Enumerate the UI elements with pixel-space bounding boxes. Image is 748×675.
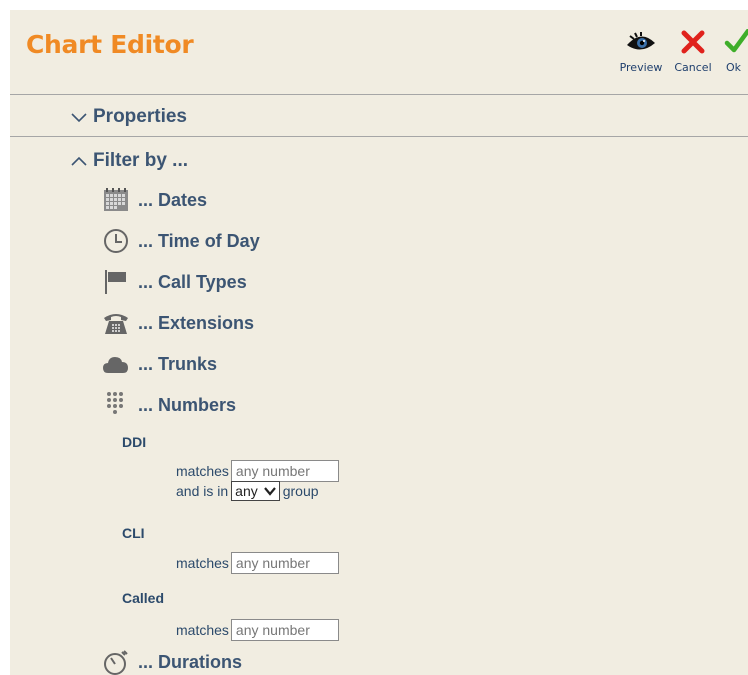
- called-matches-row: matches any number: [176, 619, 339, 641]
- cloud-icon: [102, 349, 134, 379]
- filter-by-section-toggle[interactable]: Filter by ...: [69, 150, 188, 172]
- ddi-group-select-value: any: [235, 483, 258, 499]
- ddi-group-suffix: group: [282, 483, 319, 499]
- ddi-heading: DDI: [122, 434, 147, 450]
- filter-extensions-label: ... Extensions: [138, 312, 255, 333]
- chevron-up-icon: [71, 156, 87, 166]
- ddi-matches-label: matches: [176, 463, 229, 479]
- stopwatch-icon: [102, 647, 134, 675]
- filter-extensions[interactable]: ... Extensions: [102, 306, 254, 340]
- cli-matches-row: matches any number: [176, 552, 339, 574]
- filter-by-label: Filter by ...: [93, 150, 189, 171]
- ok-button[interactable]: Ok: [722, 26, 748, 74]
- red-x-icon: [668, 26, 718, 58]
- header: Chart Editor Preview Cancel Ok: [10, 10, 748, 95]
- called-number-input[interactable]: any number: [230, 619, 339, 641]
- called-matches-label: matches: [176, 622, 229, 638]
- properties-section-toggle[interactable]: Properties: [69, 106, 187, 128]
- filter-durations-label: ... Durations: [138, 651, 243, 672]
- divider: [10, 136, 748, 137]
- filter-dates-label: ... Dates: [138, 189, 208, 210]
- keypad-icon: [102, 390, 134, 420]
- cli-heading: CLI: [122, 525, 145, 541]
- eye-icon: [612, 26, 670, 58]
- properties-label: Properties: [93, 106, 187, 127]
- cancel-label: Cancel: [674, 61, 712, 74]
- filter-dates[interactable]: ... Dates: [102, 183, 207, 217]
- page-title: Chart Editor: [26, 30, 194, 59]
- ddi-group-prefix: and is in: [176, 483, 229, 499]
- chevron-down-icon: [263, 486, 276, 496]
- calendar-icon: [102, 185, 134, 215]
- cli-number-input[interactable]: any number: [230, 552, 339, 574]
- ddi-matches-row: matches any number: [176, 460, 339, 482]
- ddi-group-select[interactable]: any: [231, 481, 280, 501]
- green-check-icon: [722, 26, 748, 58]
- filter-trunks-label: ... Trunks: [138, 353, 218, 374]
- telephone-icon: [102, 308, 134, 338]
- called-heading: Called: [122, 590, 165, 606]
- preview-label: Preview: [619, 61, 663, 74]
- cli-matches-label: matches: [176, 555, 229, 571]
- filter-trunks[interactable]: ... Trunks: [102, 347, 217, 381]
- filter-time-of-day[interactable]: ... Time of Day: [102, 224, 260, 258]
- flag-icon: [102, 267, 134, 297]
- clock-icon: [102, 226, 134, 256]
- filter-numbers-label: ... Numbers: [138, 394, 237, 415]
- filter-call-types[interactable]: ... Call Types: [102, 265, 247, 299]
- preview-button[interactable]: Preview: [612, 26, 670, 74]
- filter-call-types-label: ... Call Types: [138, 271, 247, 292]
- chevron-down-icon: [71, 113, 87, 123]
- filter-durations[interactable]: ... Durations: [102, 645, 242, 675]
- ddi-number-input[interactable]: any number: [230, 460, 339, 482]
- chart-editor-panel: Chart Editor Preview Cancel Ok Propertie…: [10, 10, 748, 675]
- cancel-button[interactable]: Cancel: [668, 26, 718, 74]
- ddi-group-row: and is in any group: [176, 481, 319, 501]
- filter-numbers[interactable]: ... Numbers: [102, 388, 236, 422]
- ok-label: Ok: [726, 61, 742, 74]
- filter-time-of-day-label: ... Time of Day: [138, 230, 260, 251]
